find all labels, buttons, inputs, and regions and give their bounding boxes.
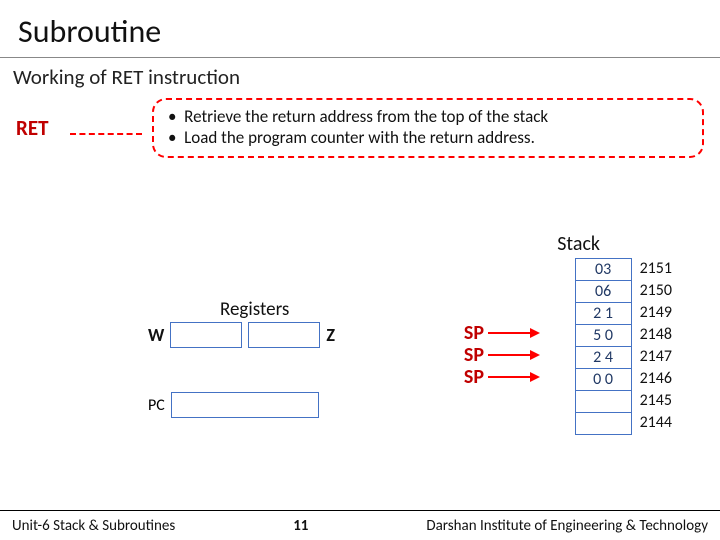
w-register-box [170, 322, 242, 348]
sp-label-3: SP [464, 366, 484, 388]
stack-address: 2144 [640, 412, 672, 434]
stack-address: 2146 [640, 368, 672, 390]
sp-label-1: SP [464, 322, 484, 344]
stack-cell: 0 0 [575, 369, 631, 391]
footer-right: Darshan Institute of Engineering & Techn… [426, 517, 708, 535]
stack-address: 2145 [640, 390, 672, 412]
stack-address: 2150 [640, 280, 672, 302]
footer-page: 11 [175, 517, 426, 535]
slide-title: Subroutine [0, 0, 720, 58]
info-text-2: Load the program counter with the return… [184, 127, 535, 148]
info-text-1: Retrieve the return address from the top… [184, 106, 548, 127]
address-column: 2151 2150 2149 2148 2147 2146 2145 2144 [640, 258, 672, 434]
stack-address: 2149 [640, 302, 672, 324]
sp-pointer-column: SP SP SP [464, 322, 540, 388]
pc-register-row: PC [148, 392, 319, 418]
wz-register-row: W Z [148, 322, 335, 348]
footer: Unit-6 Stack & Subroutines 11 Darshan In… [0, 510, 720, 540]
stack-table: 03 06 2 1 5 0 2 4 0 0 [575, 258, 632, 435]
connector-line [70, 133, 142, 135]
stack-cell [575, 413, 631, 435]
ret-label: RET [16, 115, 60, 141]
stack-cell: 03 [575, 259, 631, 281]
stack-address: 2147 [640, 346, 672, 368]
slide-subtitle: Working of RET instruction [0, 58, 720, 94]
pc-register-box [171, 392, 319, 418]
arrow-right-icon [488, 350, 540, 360]
registers-heading: Registers [220, 298, 289, 321]
stack-cell: 06 [575, 281, 631, 303]
ret-row: RET • Retrieve the return address from t… [0, 94, 720, 158]
stack-heading: Stack [557, 232, 600, 256]
footer-left: Unit-6 Stack & Subroutines [12, 517, 175, 535]
stack-address: 2151 [640, 258, 672, 280]
stack-area: 03 06 2 1 5 0 2 4 0 0 2151 2150 2149 214… [575, 258, 672, 435]
w-label: W [148, 324, 164, 346]
pc-label: PC [148, 396, 165, 415]
info-bullet-2: • Load the program counter with the retu… [168, 127, 686, 148]
arrow-right-icon [488, 328, 540, 338]
info-bullet-1: • Retrieve the return address from the t… [168, 106, 686, 127]
sp-label-2: SP [464, 344, 484, 366]
z-register-box [248, 322, 320, 348]
stack-cell: 5 0 [575, 325, 631, 347]
z-label: Z [326, 324, 335, 346]
arrow-right-icon [488, 372, 540, 382]
info-box: • Retrieve the return address from the t… [152, 98, 704, 158]
stack-address: 2148 [640, 324, 672, 346]
stack-cell: 2 4 [575, 347, 631, 369]
stack-cell [575, 391, 631, 413]
stack-cell: 2 1 [575, 303, 631, 325]
